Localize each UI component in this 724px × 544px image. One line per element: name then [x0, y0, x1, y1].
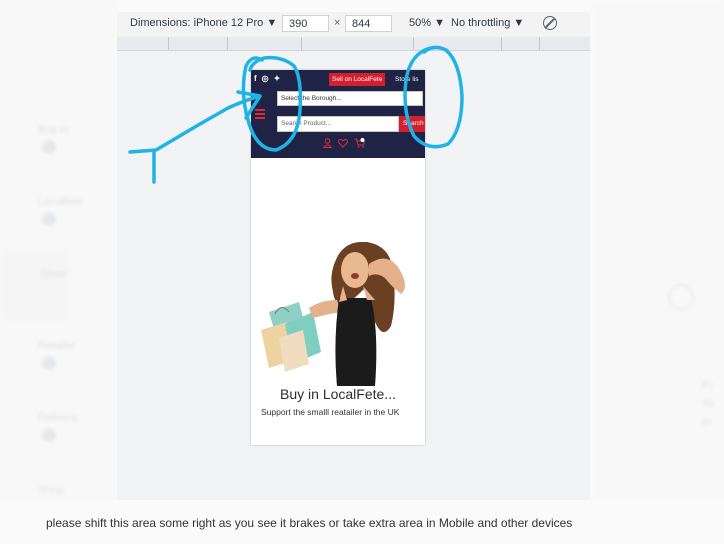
borough-select[interactable]: Select the Borough... — [277, 91, 423, 106]
twitter-icon[interactable]: ✦ — [274, 74, 281, 83]
background-left-panel: Buy in Localfete Store Retailer Delivery… — [0, 0, 117, 500]
times-sign: × — [334, 17, 341, 29]
devtools-device-toolbar: Dimensions: iPhone 12 Pro ▼ 390 × 844 50… — [117, 12, 590, 38]
device-dimensions-select[interactable]: Dimensions: iPhone 12 Pro ▼ — [130, 17, 277, 29]
device-height-input[interactable]: 844 — [345, 15, 392, 32]
instagram-icon[interactable]: ◎ — [262, 74, 269, 83]
site-header: f ◎ ✦ Sell on LocalFete Store lis Select… — [251, 70, 425, 158]
social-links: f ◎ ✦ — [254, 74, 280, 83]
background-right-panel: Pr Yo In — [590, 0, 724, 500]
user-icon[interactable] — [323, 138, 332, 148]
hero-subtitle: Support the smalll reatailer in the UK — [261, 407, 400, 417]
search-input[interactable]: Search Product... — [277, 116, 399, 132]
device-width-input[interactable]: 390 — [282, 15, 329, 32]
media-query-ruler — [117, 37, 590, 51]
heart-icon[interactable] — [338, 138, 348, 148]
mobile-page: f ◎ ✦ Sell on LocalFete Store lis Select… — [251, 70, 425, 445]
rotate-icon[interactable] — [543, 16, 557, 30]
sell-on-localfete-button[interactable]: Sell on LocalFete — [329, 73, 386, 86]
facebook-icon[interactable]: f — [254, 74, 257, 83]
search-button[interactable]: Search — [399, 116, 425, 132]
throttling-select[interactable]: No throttling ▼ — [451, 17, 524, 29]
hero-image — [261, 242, 405, 386]
zoom-select[interactable]: 50% ▼ — [409, 17, 445, 29]
caption-text: please shift this area some right as you… — [46, 516, 573, 530]
store-list-link[interactable]: Store lis — [395, 73, 418, 86]
cart-icon[interactable] — [354, 138, 366, 148]
hamburger-menu-icon[interactable] — [255, 109, 265, 121]
header-icons — [323, 138, 366, 148]
hero-title: Buy in LocalFete... — [280, 386, 396, 402]
